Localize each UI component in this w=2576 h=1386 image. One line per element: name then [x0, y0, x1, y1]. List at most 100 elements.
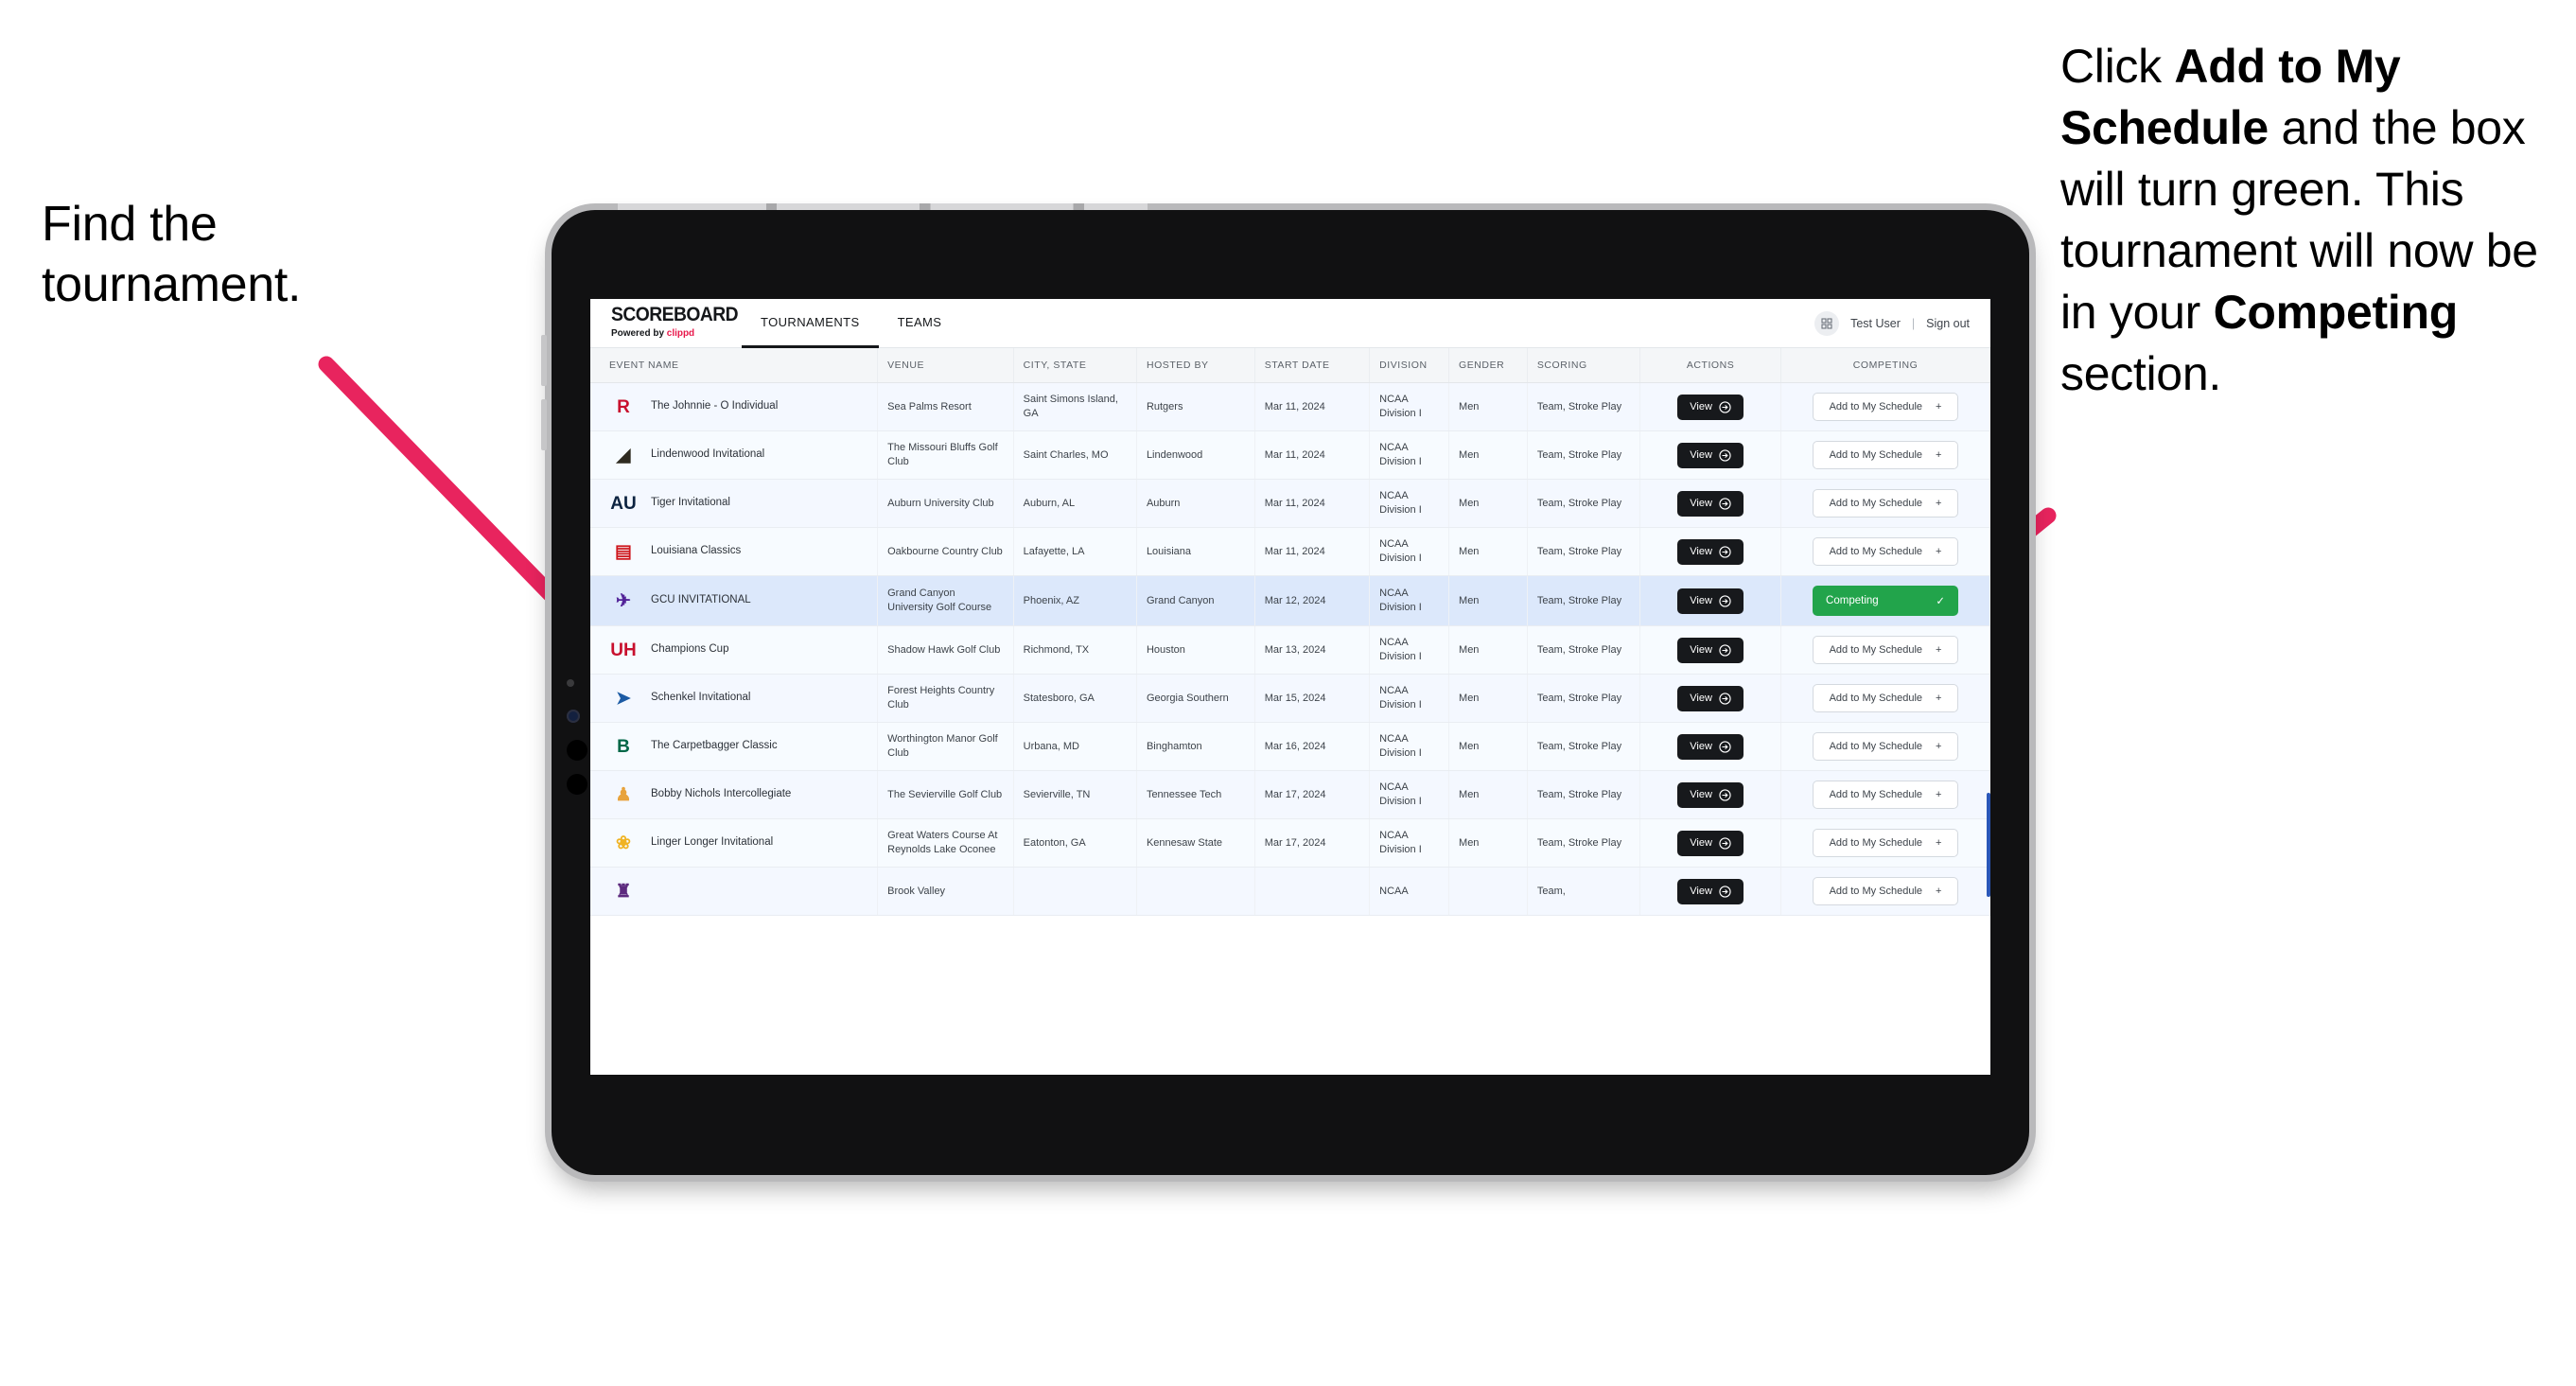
cell-city-state: Urbana, MD	[1013, 722, 1137, 771]
tab-teams-label: TEAMS	[897, 315, 942, 329]
view-button[interactable]: View	[1677, 538, 1744, 565]
cell-scoring: Team, Stroke Play	[1527, 430, 1641, 480]
add-to-my-schedule-button[interactable]: Add to My Schedule +	[1813, 829, 1959, 857]
brand-powered-label: Powered by	[611, 327, 667, 339]
cell-division: NCAA Division I	[1369, 382, 1450, 431]
tab-teams[interactable]: TEAMS	[879, 299, 961, 348]
plus-icon: +	[1936, 644, 1942, 656]
table-row[interactable]: ❀ Linger Longer Invitational Great Waters …	[590, 818, 1990, 868]
event-name-label: The Carpetbagger Classic	[651, 740, 778, 752]
cell-competing: Add to My Schedule +	[1780, 527, 1990, 576]
cell-start-date: Mar 17, 2024	[1254, 818, 1371, 868]
plus-icon: +	[1936, 546, 1942, 557]
tab-tournaments[interactable]: TOURNAMENTS	[742, 299, 879, 348]
table-header: EVENT NAME VENUE CITY, STATE HOSTED BY S…	[590, 348, 1990, 383]
view-button[interactable]: View	[1677, 490, 1744, 517]
vertical-scrollbar[interactable]	[1987, 793, 1990, 897]
view-button[interactable]: View	[1677, 781, 1744, 808]
cell-venue: Grand Canyon University Golf Course	[877, 575, 1014, 626]
view-button[interactable]: View	[1677, 733, 1744, 760]
cell-start-date: Mar 17, 2024	[1254, 770, 1371, 819]
cell-hosted-by: Georgia Southern	[1136, 674, 1255, 723]
table-row[interactable]: UH Champions Cup Shadow Hawk Golf Club Rich…	[590, 625, 1990, 675]
cell-competing: Add to My Schedule +	[1780, 430, 1990, 480]
add-to-my-schedule-button[interactable]: Add to My Schedule +	[1813, 732, 1959, 761]
check-icon: ✓	[1936, 596, 1946, 607]
table-row[interactable]: ◢ Lindenwood Invitational The Missouri Blu…	[590, 430, 1990, 480]
cell-competing: Add to My Schedule +	[1780, 818, 1990, 868]
table-row[interactable]: R The Johnnie - O Individual Sea Palms Res…	[590, 382, 1990, 431]
cell-actions: View	[1639, 722, 1782, 771]
table-row[interactable]: AU Tiger Invitational Auburn University Cl…	[590, 479, 1990, 528]
col-gender: GENDER	[1448, 348, 1528, 383]
col-hosted-by: HOSTED BY	[1136, 348, 1255, 383]
table-row[interactable]: ✈ GCU INVITATIONAL Grand Canyon University…	[590, 575, 1990, 626]
add-to-my-schedule-button[interactable]: Add to My Schedule +	[1813, 489, 1959, 518]
view-button[interactable]: View	[1677, 830, 1744, 856]
cell-actions: View	[1639, 382, 1782, 431]
cell-start-date: Mar 13, 2024	[1254, 625, 1371, 675]
cell-event-name: ▤ Louisiana Classics	[590, 527, 879, 576]
cell-scoring: Team, Stroke Play	[1527, 382, 1641, 431]
cell-city-state: Lafayette, LA	[1013, 527, 1137, 576]
table-row[interactable]: B The Carpetbagger Classic Worthington Man…	[590, 722, 1990, 771]
view-button[interactable]: View	[1677, 394, 1744, 420]
cell-actions: View	[1639, 867, 1782, 916]
cell-division: NCAA Division I	[1369, 430, 1450, 480]
add-to-my-schedule-label: Add to My Schedule	[1829, 693, 1923, 704]
speaker-hole-icon	[567, 740, 587, 761]
view-button[interactable]: View	[1677, 637, 1744, 663]
add-to-my-schedule-label: Add to My Schedule	[1829, 546, 1923, 557]
cell-scoring: Team,	[1527, 867, 1641, 916]
brand-title: SCOREBOARD	[611, 304, 739, 325]
view-button[interactable]: View	[1677, 442, 1744, 468]
plus-icon: +	[1936, 693, 1942, 704]
cell-scoring: Team, Stroke Play	[1527, 818, 1641, 868]
tournaments-table-scroll[interactable]: EVENT NAME VENUE CITY, STATE HOSTED BY S…	[590, 348, 1990, 1075]
add-to-my-schedule-button[interactable]: Add to My Schedule +	[1813, 537, 1959, 566]
cell-event-name: ➤ Schenkel Invitational	[590, 674, 879, 723]
event-name-label: GCU INVITATIONAL	[651, 594, 751, 606]
cell-city-state	[1013, 867, 1137, 916]
cell-event-name: ◢ Lindenwood Invitational	[590, 430, 879, 480]
cell-city-state: Statesboro, GA	[1013, 674, 1137, 723]
add-to-my-schedule-button[interactable]: Add to My Schedule +	[1813, 684, 1959, 712]
add-to-my-schedule-button[interactable]: Add to My Schedule +	[1813, 393, 1959, 421]
volume-up-button[interactable]	[541, 335, 547, 386]
add-to-my-schedule-button[interactable]: Add to My Schedule +	[1813, 877, 1959, 905]
sign-out-link[interactable]: Sign out	[1926, 317, 1970, 330]
add-to-my-schedule-button[interactable]: Add to My Schedule +	[1813, 636, 1959, 664]
cell-city-state: Eatonton, GA	[1013, 818, 1137, 868]
team-logo-icon: B	[617, 736, 630, 757]
add-to-my-schedule-button[interactable]: Add to My Schedule +	[1813, 441, 1959, 469]
table-row[interactable]: ♜ Brook Valley NCAA Team, View Add to My Sche…	[590, 867, 1990, 916]
cell-venue: Oakbourne Country Club	[877, 527, 1014, 576]
table-row[interactable]: ▤ Louisiana Classics Oakbourne Country Clu…	[590, 527, 1990, 576]
user-name-label[interactable]: Test User	[1850, 317, 1901, 330]
view-button[interactable]: View	[1677, 685, 1744, 711]
team-logo-icon: ♜	[615, 881, 632, 902]
table-row[interactable]: ♟ Bobby Nichols Intercollegiate The Sevier…	[590, 770, 1990, 819]
app-screen: SCOREBOARD Powered by clippd TOURNAMENTS…	[590, 299, 1990, 1075]
col-actions: ACTIONS	[1639, 348, 1782, 383]
table-row[interactable]: ➤ Schenkel Invitational Forest Heights Cou…	[590, 674, 1990, 723]
add-to-my-schedule-label: Add to My Schedule	[1829, 644, 1923, 656]
team-logo-icon: ❀	[616, 833, 631, 853]
team-logo-icon: ✈	[616, 590, 631, 611]
competing-badge[interactable]: Competing ✓	[1813, 586, 1959, 616]
cell-event-name: UH Champions Cup	[590, 625, 879, 675]
add-to-my-schedule-button[interactable]: Add to My Schedule +	[1813, 781, 1959, 809]
cell-gender: Men	[1448, 674, 1528, 723]
view-button[interactable]: View	[1677, 878, 1744, 904]
speaker-hole-icon	[567, 774, 587, 795]
view-button[interactable]: View	[1677, 588, 1744, 614]
cell-venue: Worthington Manor Golf Club	[877, 722, 1014, 771]
cell-scoring: Team, Stroke Play	[1527, 527, 1641, 576]
cell-division: NCAA Division I	[1369, 818, 1450, 868]
cell-event-name: R The Johnnie - O Individual	[590, 382, 879, 431]
cell-actions: View	[1639, 479, 1782, 528]
brand-logo[interactable]: SCOREBOARD Powered by clippd	[590, 299, 742, 347]
grid-icon[interactable]	[1814, 310, 1840, 336]
view-label: View	[1690, 837, 1712, 849]
volume-down-button[interactable]	[541, 399, 547, 450]
